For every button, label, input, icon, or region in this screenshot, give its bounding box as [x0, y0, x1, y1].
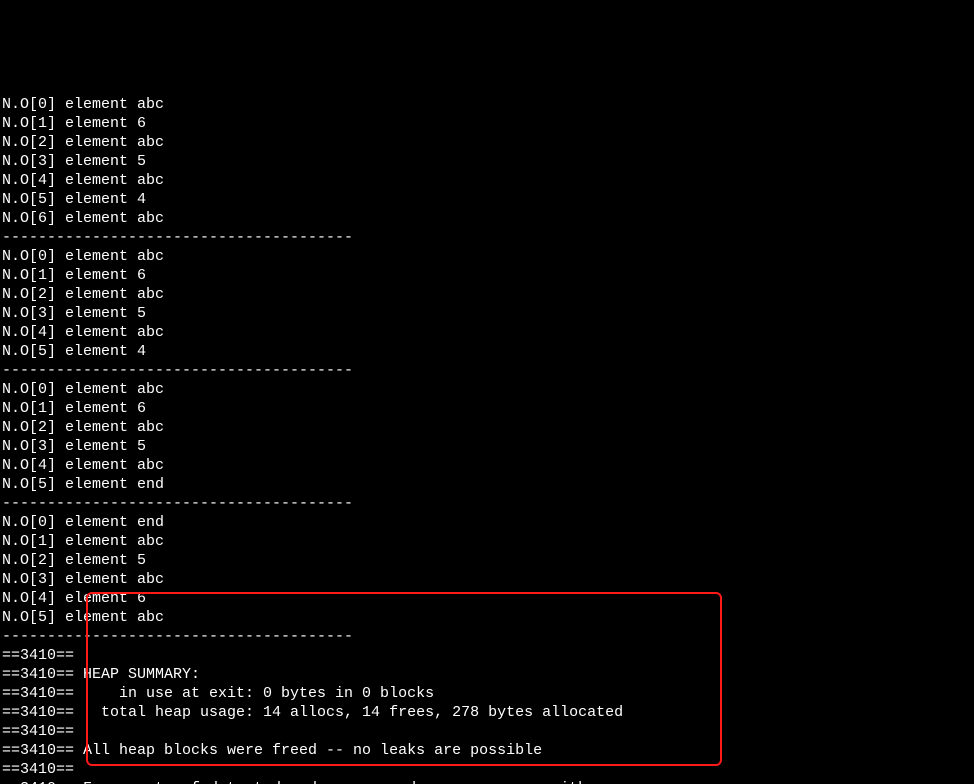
output-line: N.O[6] element abc: [2, 209, 972, 228]
valgrind-line: ==3410== For counts of detected and supp…: [2, 779, 972, 784]
output-line: N.O[1] element 6: [2, 266, 972, 285]
output-line: N.O[2] element abc: [2, 285, 972, 304]
output-line: N.O[4] element abc: [2, 171, 972, 190]
valgrind-line: ==3410==: [2, 760, 972, 779]
valgrind-line: ==3410== HEAP SUMMARY:: [2, 665, 972, 684]
output-line: N.O[4] element 6: [2, 589, 972, 608]
output-line: N.O[0] element end: [2, 513, 972, 532]
valgrind-line: ==3410== in use at exit: 0 bytes in 0 bl…: [2, 684, 972, 703]
separator-line: ---------------------------------------: [2, 228, 972, 247]
valgrind-line: ==3410== total heap usage: 14 allocs, 14…: [2, 703, 972, 722]
output-line: N.O[0] element abc: [2, 95, 972, 114]
valgrind-line: ==3410== All heap blocks were freed -- n…: [2, 741, 972, 760]
terminal-output[interactable]: N.O[0] element abcN.O[1] element 6N.O[2]…: [0, 95, 974, 784]
output-line: N.O[3] element 5: [2, 437, 972, 456]
output-line: N.O[5] element 4: [2, 342, 972, 361]
output-line: N.O[3] element 5: [2, 152, 972, 171]
output-line: N.O[0] element abc: [2, 380, 972, 399]
output-line: N.O[5] element abc: [2, 608, 972, 627]
valgrind-line: ==3410==: [2, 722, 972, 741]
output-line: N.O[1] element abc: [2, 532, 972, 551]
output-line: N.O[5] element end: [2, 475, 972, 494]
output-line: N.O[3] element 5: [2, 304, 972, 323]
output-line: N.O[3] element abc: [2, 570, 972, 589]
output-line: N.O[0] element abc: [2, 247, 972, 266]
output-line: N.O[2] element 5: [2, 551, 972, 570]
output-line: N.O[1] element 6: [2, 114, 972, 133]
output-line: N.O[5] element 4: [2, 190, 972, 209]
output-line: N.O[4] element abc: [2, 323, 972, 342]
valgrind-line: ==3410==: [2, 646, 972, 665]
output-line: N.O[1] element 6: [2, 399, 972, 418]
separator-line: ---------------------------------------: [2, 361, 972, 380]
separator-line: ---------------------------------------: [2, 627, 972, 646]
separator-line: ---------------------------------------: [2, 494, 972, 513]
output-line: N.O[4] element abc: [2, 456, 972, 475]
output-line: N.O[2] element abc: [2, 418, 972, 437]
output-line: N.O[2] element abc: [2, 133, 972, 152]
